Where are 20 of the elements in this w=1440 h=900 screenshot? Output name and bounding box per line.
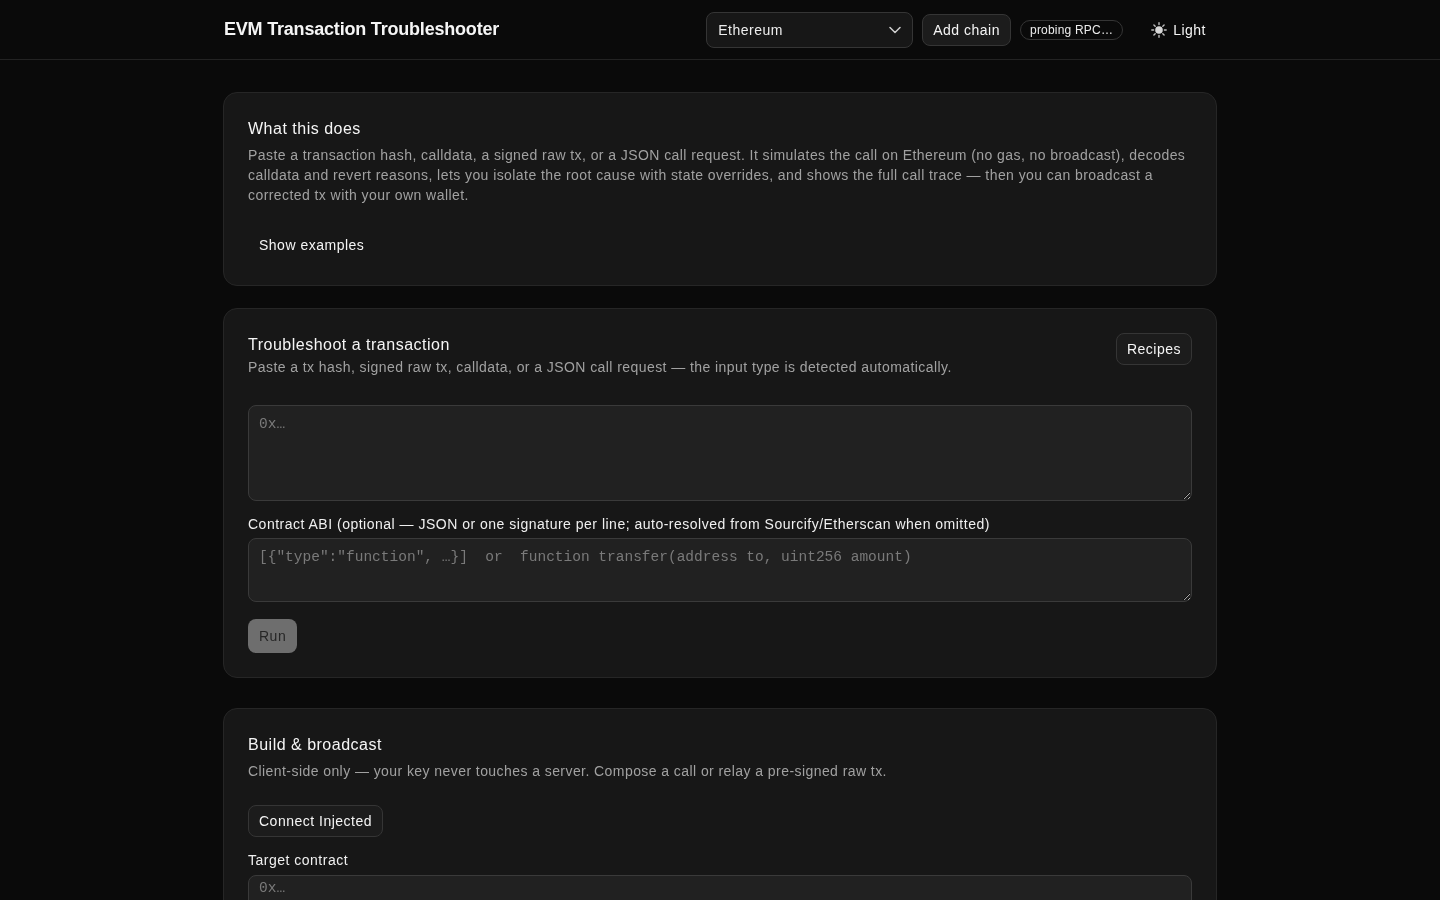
show-examples-button[interactable]: Show examples	[248, 229, 376, 261]
card-description: Paste a tx hash, signed raw tx, calldata, or a JSON call request — the input type is detected automatically.	[248, 358, 952, 377]
chevron-down-icon	[889, 25, 902, 34]
chain-select[interactable]: Ethereum	[706, 11, 914, 48]
theme-toggle[interactable]: Light	[1141, 13, 1216, 46]
target-contract-field[interactable]: 0x…	[248, 875, 1192, 900]
app-title: EVM Transaction Troubleshooter	[224, 19, 500, 40]
card-title: What this does	[248, 119, 362, 139]
card-title: Build & broadcast	[248, 735, 383, 755]
add-chain-button[interactable]: Add chain	[922, 13, 1012, 46]
card-description: Paste a transaction hash, calldata, a signed raw tx, or a JSON call request. It simulates the call on Ethereum (no gas, no broadcast), decodes calldata and revert reasons, lets you isolate the root cause with state overrides, and shows the full call trace — then you can broadcast a corrected tx with your own wallet.	[248, 146, 1187, 205]
field-label: Contract ABI (optional — JSON or one signature per line; auto-resolved from Sourcify/Etherscan when omitted)	[248, 515, 991, 534]
card-title: Troubleshoot a transaction	[248, 335, 451, 355]
recipes-button[interactable]: Recipes	[1115, 333, 1192, 365]
sun-icon	[1151, 21, 1168, 38]
tx-input-field[interactable]: 0x…	[248, 405, 1192, 501]
connect-wallet-button[interactable]: Connect Injected	[248, 805, 384, 837]
field-label: Target contract	[248, 851, 350, 870]
card-description: Client-side only — your key never touches a server. Compose a call or relay a pre-signed raw tx.	[248, 762, 888, 781]
abi-input-field[interactable]: [{"type":"function", …}] or function transfer(address to, uint256 amount)	[248, 538, 1192, 602]
